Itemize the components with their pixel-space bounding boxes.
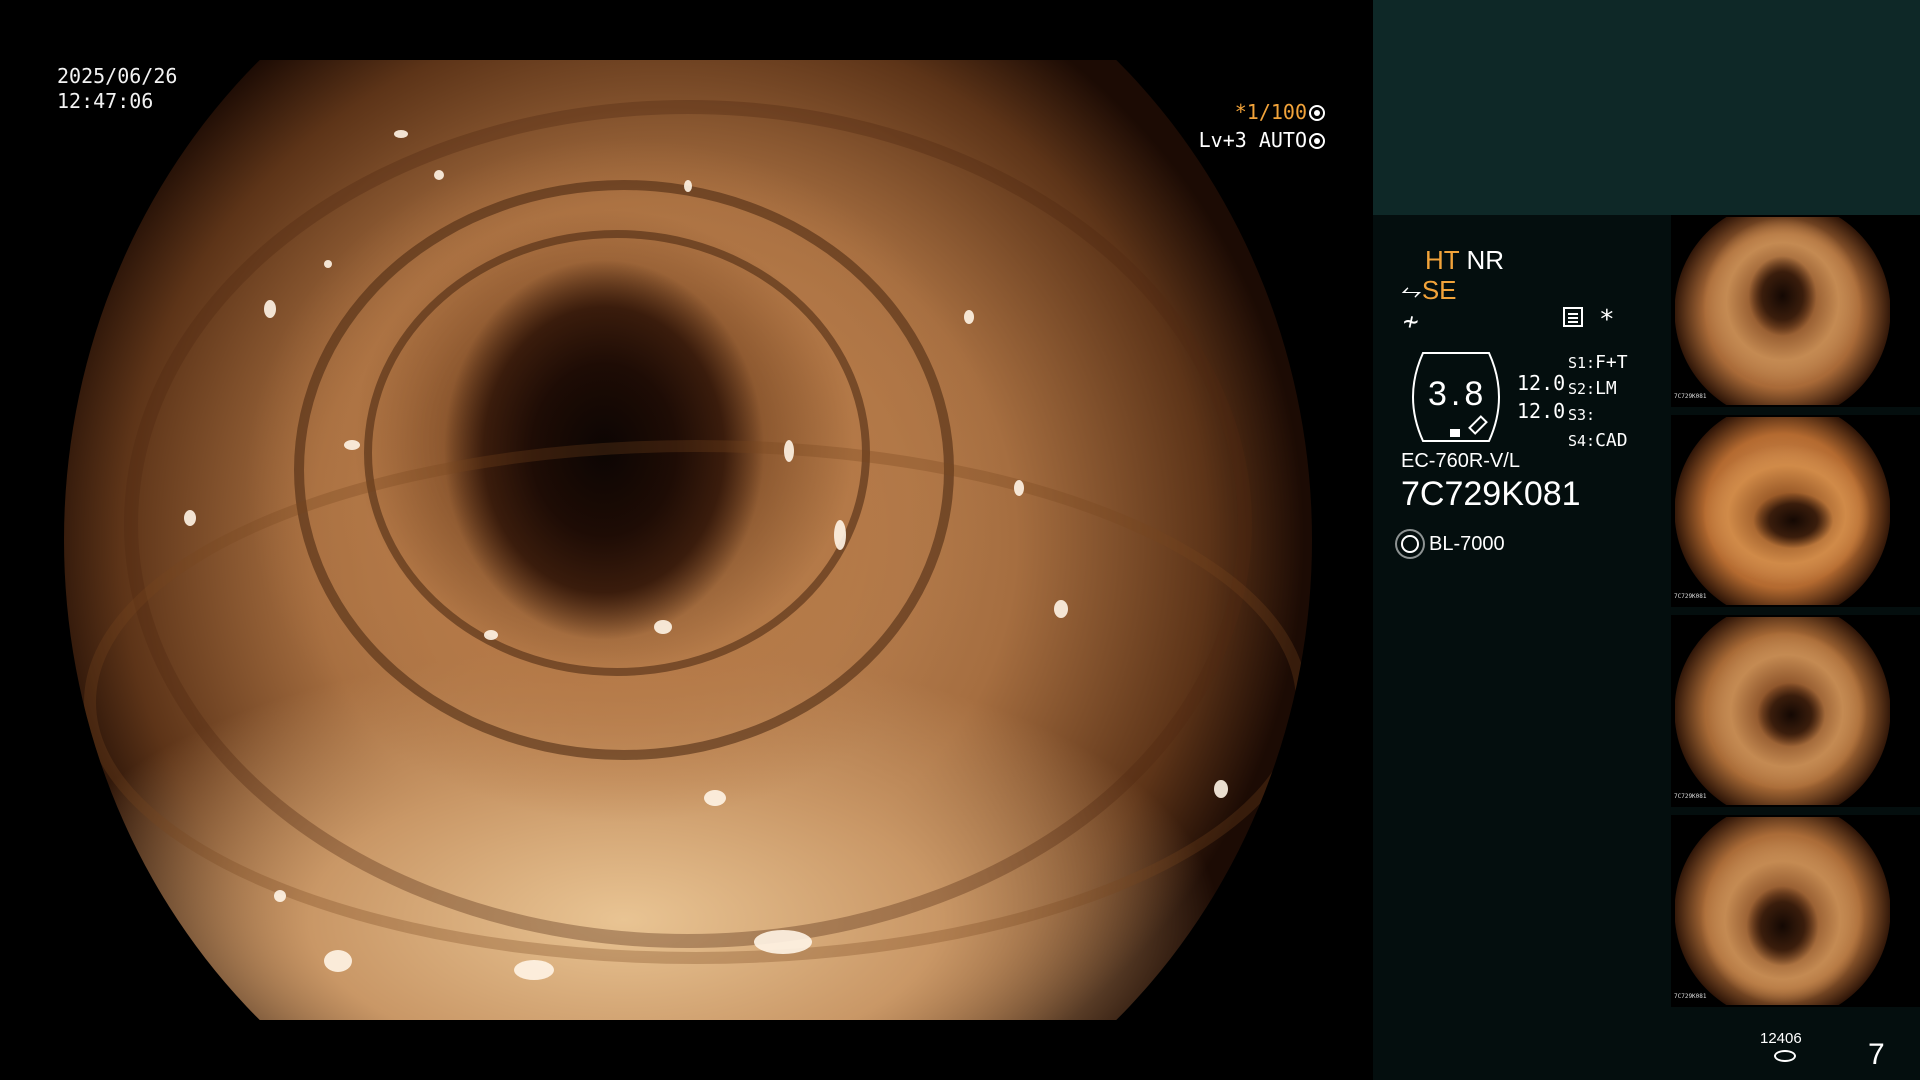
date-text: 2025/06/26 (57, 64, 178, 88)
light-source-icon (1401, 535, 1419, 553)
se-label: SE (1421, 275, 1457, 305)
thumbnail-1[interactable]: 7C729K081 (1671, 215, 1920, 407)
scope-model: EC-760R-V/L (1401, 450, 1520, 472)
time-text: 12:47:06 (57, 89, 154, 113)
s3-row: S3: (1568, 406, 1596, 424)
shutter-text: *1/100 (1234, 100, 1307, 124)
thumbnail-3[interactable]: 7C729K081 (1671, 615, 1920, 807)
thumbnail-label: 7C729K081 (1674, 793, 1707, 800)
thumbnail-label: 7C729K081 (1674, 593, 1707, 600)
s2-row: S2:LM (1568, 378, 1617, 399)
thumbnail-label: 7C729K081 (1674, 993, 1707, 1000)
asterisk-icon: * (1599, 305, 1615, 335)
s4-row: S4:CAD (1568, 430, 1628, 451)
thumbnail-image (1675, 217, 1890, 405)
auto-icon (1309, 133, 1325, 149)
date-time-display: 2025/06/26 12:47:06 (57, 64, 177, 114)
thumbnail-4[interactable]: 7C729K081 (1671, 815, 1920, 1007)
thumbnail-label: 7C729K081 (1674, 393, 1707, 400)
ratio-value: 3.8 (1428, 375, 1488, 413)
thumbnail-strip: 7C729K081 7C729K081 7C729K081 7C729K081 (1671, 215, 1920, 1015)
enhancement-row: HT NR (1425, 245, 1504, 276)
page-number: 7 (1868, 1038, 1885, 1071)
top-panel-box (1373, 0, 1920, 215)
counter-value: 12406 (1760, 1030, 1802, 1047)
menu-icon (1563, 307, 1583, 327)
value-a: 12.0 (1517, 371, 1566, 395)
thumbnail-image (1675, 617, 1890, 805)
settings-area: HT NR ⥊SE ≁ * 3.8 12.0 12.0 S1:F+T S2:LM… (1373, 215, 1671, 1080)
thumbnail-image (1675, 417, 1890, 605)
value-b: 12.0 (1517, 399, 1566, 423)
wave-icon: ≁ (1403, 307, 1419, 337)
light-source-row: BL-7000 (1401, 533, 1505, 556)
storage-icon (1774, 1050, 1796, 1062)
ht-label: HT (1425, 245, 1460, 275)
ratio-marker (1450, 429, 1460, 437)
light-source-label: BL-7000 (1429, 533, 1505, 555)
aperture-icon (1309, 105, 1325, 121)
endoscope-view: 2025/06/26 12:47:06 *1/100 Lv+3 AUTO (0, 0, 1373, 1080)
level-text: Lv+3 AUTO (1198, 128, 1307, 152)
info-panel: HT NR ⥊SE ≁ * 3.8 12.0 12.0 S1:F+T S2:LM… (1373, 0, 1920, 1080)
thumbnail-2[interactable]: 7C729K081 (1671, 415, 1920, 607)
switch-list: S1:F+T S2:LM S3: S4:CAD (1568, 350, 1628, 454)
thumbnail-image (1675, 817, 1890, 1005)
s1-row: S1:F+T (1568, 352, 1628, 373)
exposure-osd: *1/100 Lv+3 AUTO (1175, 98, 1325, 154)
nr-label: NR (1466, 245, 1504, 275)
hook-icon: ⥊ (1401, 275, 1422, 305)
se-row: ⥊SE (1401, 275, 1457, 307)
scope-serial: 7C729K081 (1401, 475, 1581, 513)
endoscope-image (64, 60, 1312, 1020)
